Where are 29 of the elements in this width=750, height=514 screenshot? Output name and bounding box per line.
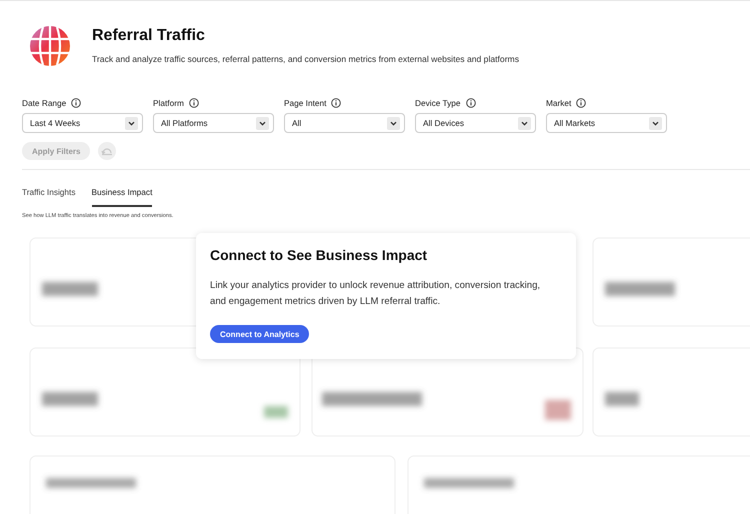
info-icon[interactable] <box>331 98 342 108</box>
dialog-text: Link your analytics provider to unlock revenue attribution, conversion tracking, and engagement metrics driven by LLM referral traffic. <box>210 279 542 309</box>
filter-label: Date Range <box>22 98 66 108</box>
chevron-down-icon <box>125 116 138 130</box>
dropdown[interactable]: All <box>284 113 405 133</box>
page-subtitle: Track and analyze traffic sources, referral patterns, and conversion metrics from external websites and platforms <box>92 54 520 64</box>
tab[interactable]: Traffic Insights <box>22 187 76 207</box>
connect-button[interactable]: Connect to Analytics <box>210 325 310 343</box>
dropdown[interactable]: Last 4 Weeks <box>22 113 143 133</box>
page-title: Referral Traffic <box>92 27 206 45</box>
chevron-down-icon <box>518 116 531 130</box>
undo-icon <box>101 146 114 156</box>
globe-icon <box>29 25 71 67</box>
filter-label: Device Type <box>415 98 461 108</box>
info-icon[interactable] <box>576 98 586 108</box>
info-icon[interactable] <box>188 98 199 108</box>
dropdown[interactable]: All Devices <box>415 113 536 133</box>
tab[interactable]: Business Impact <box>92 187 152 207</box>
chevron-down-icon <box>649 116 662 130</box>
dropdown[interactable]: All Platforms <box>153 113 274 133</box>
filter-label: Market <box>546 98 572 108</box>
filter-label: Platform <box>153 98 184 108</box>
filter-label: Page Intent <box>284 98 326 108</box>
dropdown[interactable]: All Markets <box>546 113 667 133</box>
chevron-down-icon <box>387 116 400 130</box>
info-icon[interactable] <box>71 98 82 108</box>
dialog-title: Connect to See Business Impact <box>210 247 428 263</box>
info-icon[interactable] <box>466 98 476 108</box>
chevron-down-icon <box>256 116 269 130</box>
